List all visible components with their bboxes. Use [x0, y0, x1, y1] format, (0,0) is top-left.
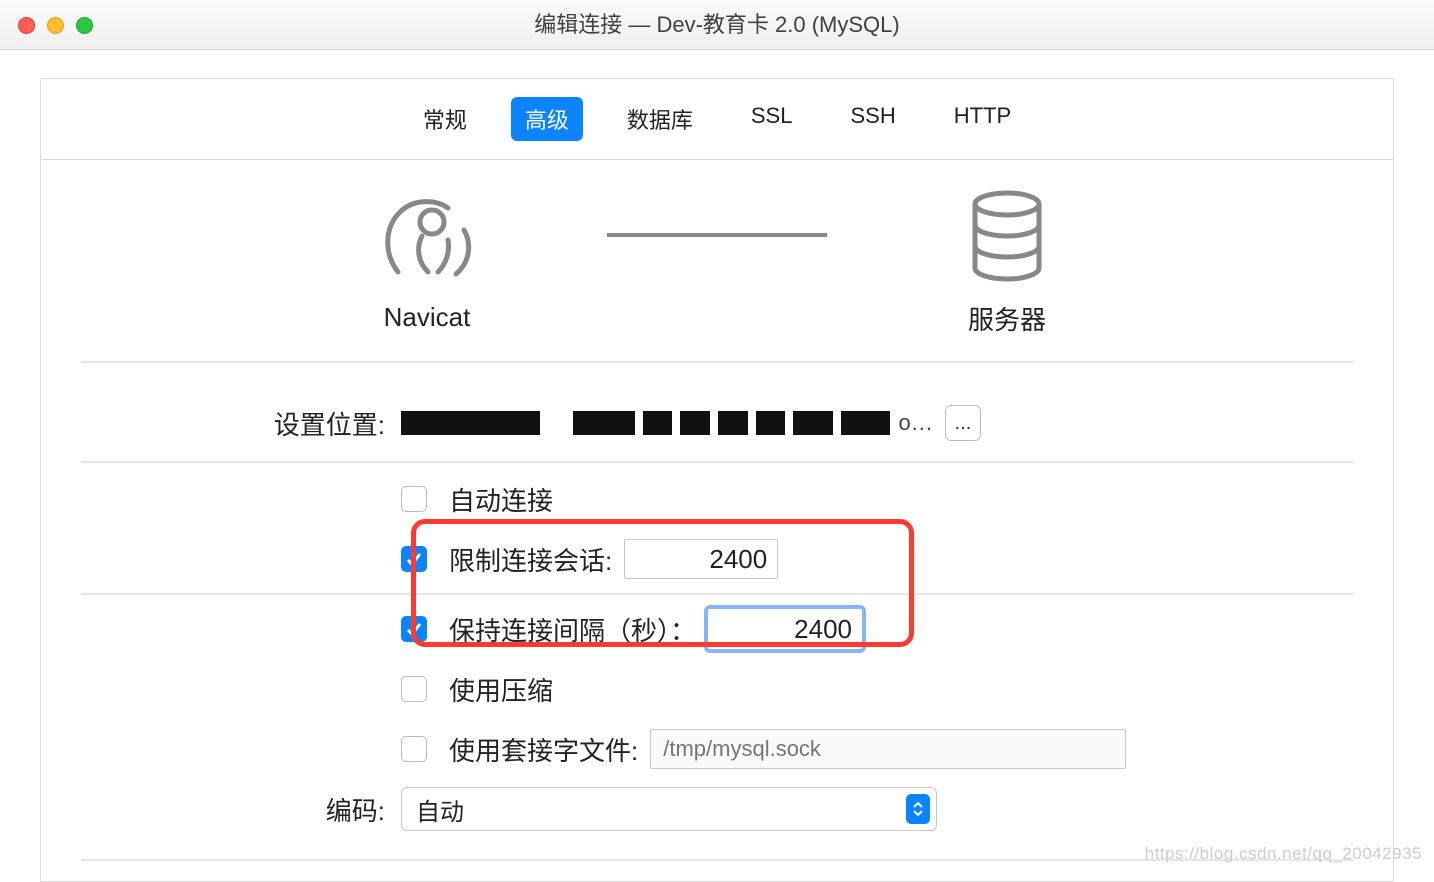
encoding-label: 编码:	[81, 791, 401, 828]
connection-diagram: Navicat 服务器	[41, 160, 1393, 361]
chevron-up-down-icon	[906, 794, 930, 824]
row-keepalive: 保持连接间隔（秒）：	[41, 599, 1393, 659]
tabs: 常规 高级 数据库 SSL SSH HTTP	[41, 79, 1393, 160]
row-limit-sessions: 限制连接会话:	[41, 529, 1393, 589]
keepalive-input[interactable]	[708, 609, 862, 649]
watermark: https://blog.csdn.net/qq_20042935	[1145, 844, 1422, 864]
auto-connect-checkbox[interactable]	[401, 486, 427, 512]
tab-http[interactable]: HTTP	[940, 97, 1025, 141]
limit-sessions-checkbox[interactable]	[401, 546, 427, 572]
dialog-frame: 常规 高级 数据库 SSL SSH HTTP Navicat	[40, 78, 1394, 882]
navicat-label: Navicat	[384, 302, 471, 333]
tab-general[interactable]: 常规	[409, 97, 481, 141]
encoding-select[interactable]: 自动	[401, 787, 937, 831]
tab-ssh[interactable]: SSH	[836, 97, 909, 141]
compression-checkbox[interactable]	[401, 676, 427, 702]
keepalive-label: 保持连接间隔（秒）：	[449, 611, 696, 648]
minimize-icon[interactable]	[47, 17, 64, 34]
window-title: 编辑连接 — Dev-教育卡 2.0 (MySQL)	[0, 0, 1434, 50]
close-icon[interactable]	[18, 17, 35, 34]
titlebar: 编辑连接 — Dev-教育卡 2.0 (MySQL)	[0, 0, 1434, 50]
advanced-form: 设置位置: o... ...	[41, 363, 1393, 881]
socket-checkbox[interactable]	[401, 736, 427, 762]
socket-label: 使用套接字文件:	[449, 731, 638, 768]
tab-ssl[interactable]: SSL	[737, 97, 807, 141]
row-compression: 使用压缩	[41, 659, 1393, 719]
row-encoding: 编码: 自动	[41, 779, 1393, 839]
database-icon	[968, 190, 1046, 282]
row-socket: 使用套接字文件:	[41, 719, 1393, 779]
tab-advanced[interactable]: 高级	[511, 97, 583, 141]
socket-path-input	[650, 729, 1126, 769]
location-path: o...	[401, 408, 933, 438]
server-label: 服务器	[968, 300, 1046, 337]
connection-line-icon	[607, 233, 827, 237]
browse-button[interactable]: ...	[945, 405, 981, 441]
zoom-icon[interactable]	[76, 17, 93, 34]
location-label: 设置位置:	[81, 405, 401, 442]
row-location: 设置位置: o... ...	[41, 393, 1393, 453]
auto-connect-label: 自动连接	[449, 481, 553, 518]
tab-database[interactable]: 数据库	[613, 97, 707, 141]
limit-sessions-label: 限制连接会话:	[449, 541, 612, 578]
navicat-icon	[378, 194, 476, 284]
keepalive-checkbox[interactable]	[401, 616, 427, 642]
compression-label: 使用压缩	[449, 671, 553, 708]
limit-sessions-input[interactable]	[624, 539, 778, 579]
row-auto-connect: 自动连接	[41, 469, 1393, 529]
encoding-value: 自动	[416, 792, 464, 827]
traffic-lights	[18, 17, 93, 34]
